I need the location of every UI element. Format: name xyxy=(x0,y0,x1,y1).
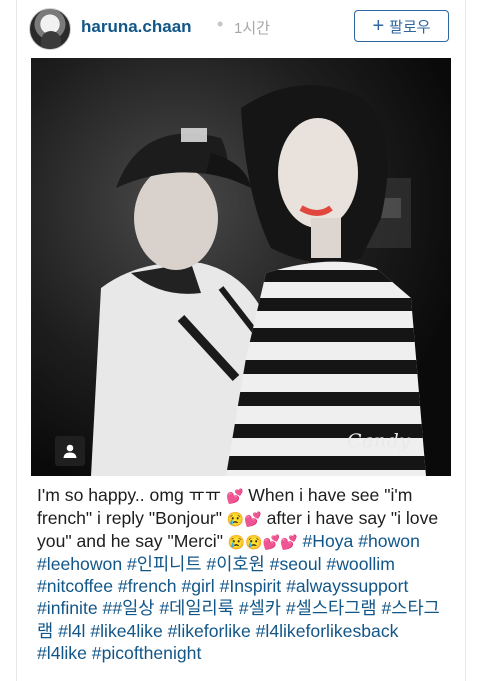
hashtag-link[interactable]: #picofthenight xyxy=(92,643,202,663)
hashtag-link[interactable]: #woollim xyxy=(326,554,394,574)
hashtag-link[interactable]: #leehowon xyxy=(37,554,122,574)
hashtag-link[interactable]: #girl xyxy=(181,576,214,596)
post-photo[interactable]: Candy xyxy=(31,58,451,476)
hashtag-link[interactable]: #l4likeforlikesback xyxy=(256,621,399,641)
hashtag-link[interactable]: #like4like xyxy=(90,621,162,641)
hashtag-link[interactable]: #셀카 xyxy=(239,598,281,618)
hashtag-link[interactable]: #nitcoffee xyxy=(37,576,113,596)
post-timestamp[interactable]: 1시간 xyxy=(234,17,270,38)
hashtag-link[interactable]: #이호원 xyxy=(206,554,264,574)
hashtag-link[interactable]: #데일리룩 xyxy=(159,598,234,618)
crying-heart-emoji: 😢💕 xyxy=(226,511,262,528)
heart-emoji: 💕 xyxy=(225,488,244,504)
separator-dot: • xyxy=(217,14,224,34)
hashtag-link[interactable]: #seoul xyxy=(270,554,322,574)
watermark-candy: Candy xyxy=(347,430,411,452)
caption-text-1: I'm so happy.. omg ㅠㅠ xyxy=(37,485,226,505)
post-caption: I'm so happy.. omg ㅠㅠ 💕 When i have see … xyxy=(37,484,453,664)
hashtag-link[interactable]: #셀스타그램 xyxy=(286,598,377,618)
crying-hearts-emoji: 😢😢💕💕 xyxy=(227,534,298,551)
hashtag-link[interactable]: #Hoya xyxy=(302,531,353,551)
username-link[interactable]: haruna.chaan xyxy=(81,17,192,37)
photo-illustration xyxy=(31,58,451,476)
hashtag-link[interactable]: #l4l xyxy=(58,621,85,641)
user-tag-icon[interactable] xyxy=(55,436,85,466)
hashtag-link[interactable]: #Inspirit xyxy=(220,576,282,596)
hashtag-link[interactable]: #l4like xyxy=(37,643,87,663)
hashtag-link[interactable]: #french xyxy=(118,576,177,596)
hashtag-link[interactable]: #infinite xyxy=(37,598,98,618)
follow-label: 팔로우 xyxy=(389,18,431,36)
plus-icon: + xyxy=(372,15,385,37)
avatar[interactable] xyxy=(29,8,71,50)
hashtag-link[interactable]: ##일상 xyxy=(103,598,155,618)
post-card: haruna.chaan • 1시간 + 팔로우 Candy I'm so ha… xyxy=(16,0,466,681)
hashtag-link[interactable]: #likeforlike xyxy=(168,621,251,641)
follow-button[interactable]: + 팔로우 xyxy=(354,10,449,42)
hashtag-link[interactable]: #인피니트 xyxy=(127,554,202,574)
hashtag-link[interactable]: #alwayssupport xyxy=(286,576,408,596)
hashtag-link[interactable]: #howon xyxy=(358,531,420,551)
post-header: haruna.chaan • 1시간 + 팔로우 xyxy=(17,0,465,58)
